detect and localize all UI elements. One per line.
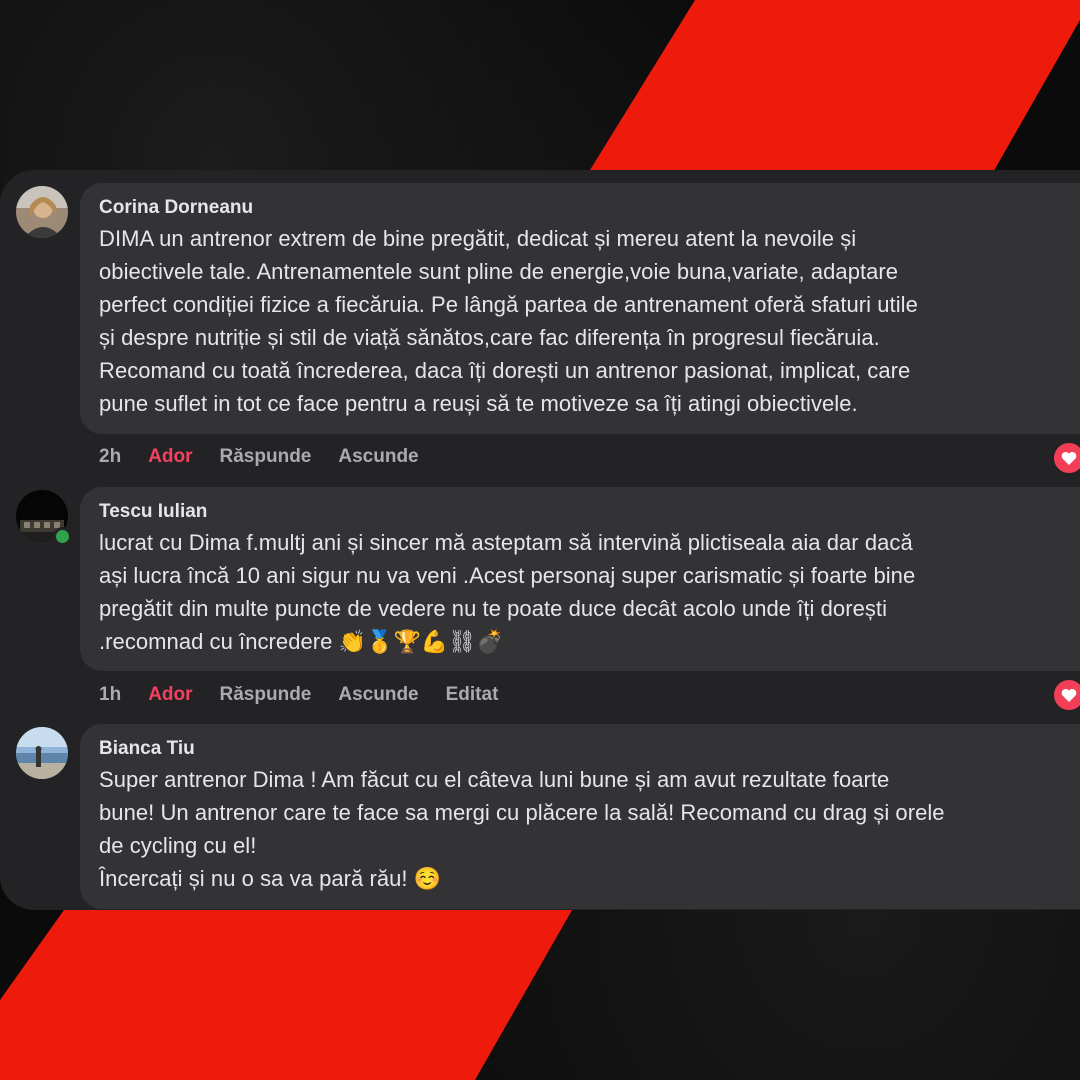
stage: Corina Dorneanu DIMA un antrenor extrem … bbox=[0, 0, 1080, 1080]
comment-bubble: Tescu Iulian lucrat cu Dima f.multj ani … bbox=[80, 487, 1080, 671]
hide-button[interactable]: Ascunde bbox=[338, 684, 418, 706]
online-status-indicator bbox=[53, 527, 72, 546]
comment-actions: 1h Ador Răspunde Ascunde Editat bbox=[99, 684, 525, 706]
comment-bubble: Bianca Tiu Super antrenor Dima ! Am făcu… bbox=[80, 724, 1080, 909]
edited-label: Editat bbox=[445, 684, 499, 705]
heart-glyph bbox=[1061, 688, 1077, 702]
comment-bubble: Corina Dorneanu DIMA un antrenor extrem … bbox=[80, 183, 1080, 434]
reply-button[interactable]: Răspunde bbox=[220, 684, 312, 706]
reply-button[interactable]: Răspunde bbox=[220, 446, 312, 468]
comment-text: lucrat cu Dima f.multj ani și sincer mă … bbox=[99, 530, 916, 654]
comment-time[interactable]: 2h bbox=[99, 446, 121, 468]
comment-text: Super antrenor Dima ! Am făcut cu el cât… bbox=[99, 767, 945, 891]
hide-button[interactable]: Ascunde bbox=[338, 446, 418, 468]
heart-icon[interactable] bbox=[1052, 678, 1080, 712]
heart-glyph bbox=[1061, 451, 1077, 465]
avatar-image bbox=[16, 727, 68, 779]
comment-author[interactable]: Bianca Tiu bbox=[99, 738, 1060, 760]
like-button[interactable]: Ador bbox=[148, 446, 192, 468]
comment-text: DIMA un antrenor extrem de bine pregătit… bbox=[99, 226, 918, 416]
comment-author[interactable]: Tescu Iulian bbox=[99, 501, 1060, 523]
heart-icon[interactable] bbox=[1052, 441, 1080, 475]
avatar-image bbox=[16, 186, 68, 238]
like-button[interactable]: Ador bbox=[148, 684, 192, 706]
comment-actions: 2h Ador Răspunde Ascunde bbox=[99, 446, 446, 468]
comment-author[interactable]: Corina Dorneanu bbox=[99, 197, 1060, 219]
avatar-corina[interactable] bbox=[16, 186, 68, 238]
comment-time[interactable]: 1h bbox=[99, 684, 121, 706]
avatar-bianca[interactable] bbox=[16, 727, 68, 779]
